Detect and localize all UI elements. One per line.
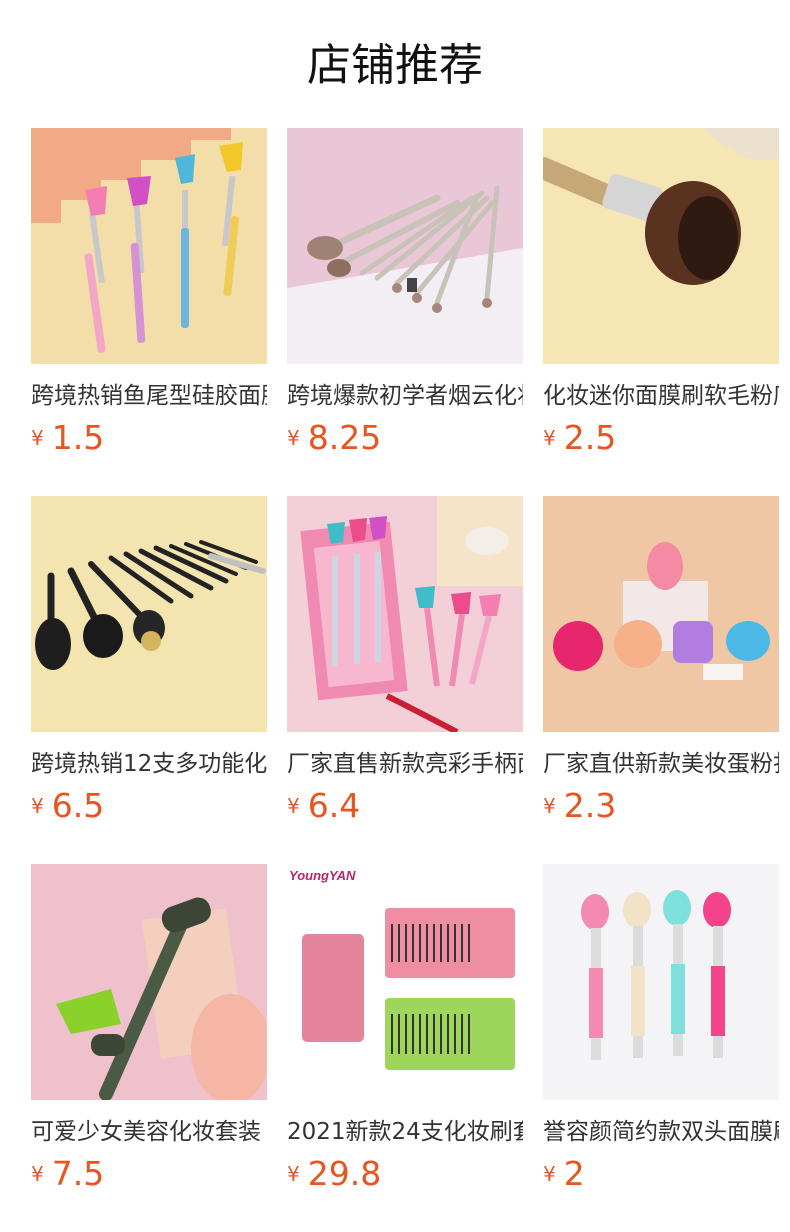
product-price: ¥2 xyxy=(543,1154,585,1194)
price-value: 2.5 xyxy=(563,418,617,457)
product-image-jade-roller-sponge[interactable] xyxy=(31,864,267,1100)
price-value: 6.4 xyxy=(307,786,361,825)
product-card[interactable]: 跨境爆款初学者烟云化妆刷 ¥8.25 xyxy=(287,128,523,457)
price-value: 7.5 xyxy=(51,1154,105,1193)
product-image-makeup-brush-set[interactable] xyxy=(287,128,523,364)
product-grid: 跨境热销鱼尾型硅胶面膜刷 ¥1.5 xyxy=(31,128,779,1193)
product-card[interactable]: 厂家直供新款美妆蛋粉扑 ¥2.3 xyxy=(543,496,779,825)
price-value: 1.5 xyxy=(51,418,105,457)
product-image-twelve-brush-set[interactable] xyxy=(31,496,267,732)
currency-symbol: ¥ xyxy=(31,426,44,450)
price-value: 6.5 xyxy=(51,786,105,825)
product-name[interactable]: 跨境热销鱼尾型硅胶面膜刷 xyxy=(31,380,267,412)
product-price: ¥8.25 xyxy=(287,418,381,458)
price-value: 2.3 xyxy=(563,786,617,825)
product-card[interactable]: YoungYAN 2021新款24支化妆刷 ¥ 29.8 xyxy=(287,864,523,1193)
product-name[interactable]: 誉容颜简约款双头面膜刷 xyxy=(543,1116,779,1148)
product-image-twenty-four-brush-set[interactable]: YoungYAN xyxy=(287,864,523,1100)
currency-symbol: ¥ xyxy=(543,794,556,818)
product-image-mini-powder-brush[interactable] xyxy=(543,128,779,364)
product-name[interactable]: 2021新款24支化妆刷套装 xyxy=(287,1116,523,1148)
product-name[interactable]: 厂家直供新款美妆蛋粉扑 xyxy=(543,748,779,780)
currency-symbol: ¥ xyxy=(287,426,300,450)
product-card[interactable]: 跨境热销12支多功能化妆刷 ¥6.5 xyxy=(31,496,267,825)
currency-symbol: ¥ xyxy=(543,1162,556,1186)
price-value: 2 xyxy=(563,1154,585,1193)
product-name[interactable]: 化妆迷你面膜刷软毛粉底刷 xyxy=(543,380,779,412)
product-price: ¥2.3 xyxy=(543,786,616,826)
product-price: ¥7.5 xyxy=(31,1154,104,1194)
currency-symbol: ¥ xyxy=(287,1162,300,1186)
product-card[interactable]: 化妆迷你面膜刷软毛粉底刷 ¥2.5 xyxy=(543,128,779,457)
product-name[interactable]: 跨境爆款初学者烟云化妆刷 xyxy=(287,380,523,412)
currency-symbol: ¥ xyxy=(31,794,44,818)
product-image-silicone-mask-brushes[interactable] xyxy=(31,128,267,364)
product-card[interactable]: 跨境热销鱼尾型硅胶面膜刷 ¥1.5 xyxy=(31,128,267,457)
price-value: 8.25 xyxy=(307,418,382,457)
product-name[interactable]: 可爱少女美容化妆套装 xyxy=(31,1116,267,1148)
product-image-glitter-mask-brushes[interactable] xyxy=(287,496,523,732)
price-value: 29.8 xyxy=(307,1154,382,1193)
brand-logo: YoungYAN xyxy=(289,868,356,883)
product-price: ¥2.5 xyxy=(543,418,616,458)
product-image-double-head-mask-brushes[interactable] xyxy=(543,864,779,1100)
product-name[interactable]: 厂家直售新款亮彩手柄面膜刷 xyxy=(287,748,523,780)
product-card[interactable]: 誉容颜简约款双头面膜刷 ¥2 xyxy=(543,864,779,1193)
currency-symbol: ¥ xyxy=(31,1162,44,1186)
product-image-beauty-sponges[interactable] xyxy=(543,496,779,732)
product-price: ¥6.4 xyxy=(287,786,360,826)
product-price: ¥6.5 xyxy=(31,786,104,826)
page-title: 店铺推荐 xyxy=(307,40,483,91)
product-price: ¥29.8 xyxy=(287,1154,381,1194)
currency-symbol: ¥ xyxy=(543,426,556,450)
product-price: ¥1.5 xyxy=(31,418,104,458)
product-card[interactable]: 厂家直售新款亮彩手柄面膜刷 ¥6.4 xyxy=(287,496,523,825)
product-card[interactable]: 可爱少女美容化妆套装 ¥7.5 xyxy=(31,864,267,1193)
currency-symbol: ¥ xyxy=(287,794,300,818)
product-name[interactable]: 跨境热销12支多功能化妆刷 xyxy=(31,748,267,780)
